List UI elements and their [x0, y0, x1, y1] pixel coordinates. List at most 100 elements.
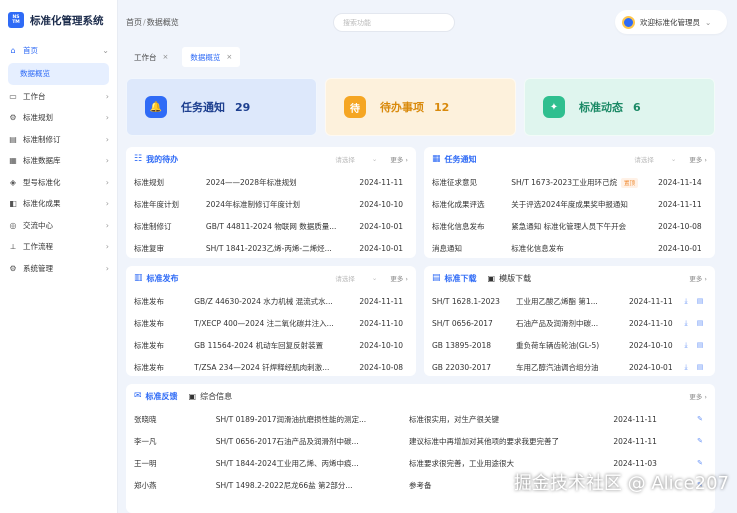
cell: SH/T 1841-2023乙烯-丙烯-二烯烃...	[205, 243, 332, 253]
list-item[interactable]: SH/T 0656-2017 石油产品及润滑剂中碳... 2024-11-10 ⤓ ▤	[424, 312, 715, 334]
panel-title-secondary[interactable]: ▣ 综合信息	[189, 391, 233, 402]
cell: SH/T 1844-2024工业用乙烯、丙烯中痕...	[215, 458, 359, 468]
preview-icon[interactable]: ▤	[693, 341, 707, 349]
edit-icon[interactable]: ✎	[693, 437, 707, 445]
cell: 标准很实用，对生产很关键	[409, 414, 500, 424]
preview-icon[interactable]: ▤	[693, 319, 707, 327]
list-item[interactable]: 标准发布 T/ZSA 234—2024 钎焊释经肌肉刺激... 2024-10-08	[126, 356, 416, 378]
more-link[interactable]: 更多 ›	[689, 273, 707, 283]
close-icon[interactable]: ×	[163, 53, 169, 61]
cell: 李一凡	[134, 436, 157, 446]
more-link[interactable]: 更多 ›	[390, 154, 408, 164]
list-item[interactable]: GB 22030-2017 车用乙醇汽油调合组分油 2024-10-01 ⤓ ▤	[424, 356, 715, 378]
cell: 2024-10-08	[359, 362, 403, 372]
sidebar-item-label: 标准化成果	[23, 199, 61, 209]
cell: 2024-11-11	[613, 436, 657, 446]
edit-icon[interactable]: ✎	[693, 459, 707, 467]
sidebar-item[interactable]: ⚙ 标准规划 ›	[0, 107, 117, 129]
sidebar-item[interactable]: ⟂ 工作流程 ›	[0, 236, 117, 258]
list-item[interactable]: 标准发布 GB/Z 44630-2024 水力机械 混流式水... 2024-11-…	[126, 290, 416, 312]
cell: 标准征求意见	[432, 177, 477, 187]
breadcrumb-separator: /	[143, 17, 146, 27]
sidebar-item[interactable]: ◧ 标准化成果 ›	[0, 193, 117, 215]
user-menu[interactable]: 欢迎标准化管理员 ⌄	[615, 10, 727, 34]
sidebar-item[interactable]: ▦ 标准数据库 ›	[0, 150, 117, 172]
sidebar-item[interactable]: ◈ 型号标准化 ›	[0, 172, 117, 194]
more-link[interactable]: 更多 ›	[689, 154, 707, 164]
list-item[interactable]: 标准发布 T/XECP 400—2024 注二氧化碳井注入... 2024-11-1…	[126, 312, 416, 334]
list-item[interactable]: 标准规划 2024——2028年标准规划 2024-11-11	[126, 171, 416, 193]
panel-title[interactable]: ▤ 标准下载	[432, 273, 477, 284]
search-input[interactable]: 搜索功能	[333, 13, 455, 32]
download-icon[interactable]: ⤓	[679, 341, 693, 350]
list-item[interactable]: 标准征求意见 SH/T 1673-2023工业用环己烷 置顶 2024-11-14	[424, 171, 715, 193]
close-icon[interactable]: ×	[226, 53, 232, 61]
list-item[interactable]: 李一凡 SH/T 0656-2017石油产品及润滑剂中碳... 建议标准中再增加对其…	[126, 430, 715, 452]
cell: 紧急通知 标准化管理人员下午开会	[511, 221, 627, 231]
database-icon: ▦	[9, 156, 17, 166]
chevron-down-icon: ⌄	[102, 46, 109, 56]
filter-select[interactable]: 请选择 ⌄	[632, 153, 678, 166]
app-logo[interactable]: NS TM 标准化管理系统	[0, 0, 117, 40]
panel-title[interactable]: ▦ 任务通知	[432, 154, 477, 165]
sidebar-item[interactable]: ⚙ 系统管理 ›	[0, 258, 117, 280]
list-item[interactable]: GB 13895-2018 重负荷车辆齿轮油(GL-5) 2024-10-10 ⤓ ▤	[424, 334, 715, 356]
download-icon[interactable]: ⤓	[679, 297, 693, 306]
cell: 2024-10-10	[629, 340, 673, 350]
list-item[interactable]: 张晓晓 SH/T 0189-2017润滑油抗磨损性能的测定... 标准很实用，对生产…	[126, 408, 715, 430]
user-icon: ☷	[134, 154, 143, 164]
preview-icon[interactable]: ▤	[693, 363, 707, 371]
stat-card[interactable]: 🔔 任务通知 29	[126, 78, 317, 136]
sidebar-item[interactable]: ◎ 交流中心 ›	[0, 215, 117, 237]
chevron-down-icon: ⌄	[371, 155, 378, 163]
pinned-badge: 置顶	[621, 177, 639, 188]
breadcrumb-home[interactable]: 首页	[126, 18, 142, 27]
list-item[interactable]: 消息通知 标准化信息发布 2024-10-01	[424, 237, 715, 259]
app-title: 标准化管理系统	[30, 14, 104, 27]
list-item[interactable]: 标准制修订 GB/T 44811-2024 物联网 数据质量... 2024-10-…	[126, 215, 416, 237]
cell: 2024-11-14	[658, 177, 702, 187]
list-item[interactable]: 标准复审 SH/T 1841-2023乙烯-丙烯-二烯烃... 2024-10-01	[126, 237, 416, 259]
stat-card[interactable]: 待 待办事项 12	[325, 78, 516, 136]
publish-icon: ▥	[134, 273, 143, 283]
tab-workbench[interactable]: 工作台 ×	[126, 47, 176, 67]
download-panel: ▤ 标准下载 ▣ 模版下载 更多 › SH/T 1628.1-2023 工业用乙酸乙烯酯 第…	[424, 266, 715, 376]
stat-label: 待办事项	[380, 101, 424, 114]
list-item[interactable]: 标准化信息发布 紧急通知 标准化管理人员下午开会 2024-10-08	[424, 215, 715, 237]
stat-label: 标准动态	[579, 101, 623, 114]
cell: 标准制修订	[134, 221, 172, 231]
filter-select[interactable]: 请选择 ⌄	[333, 272, 379, 285]
tab-data-overview[interactable]: 数据概览 ×	[182, 47, 241, 67]
cell: T/ZSA 234—2024 钎焊释经肌肉刺激...	[194, 362, 330, 372]
panel-title[interactable]: ☷ 我的待办	[134, 154, 178, 165]
stat-cards: 🔔 任务通知 29 待 待办事项 12 ✦ 标准动态 6	[126, 78, 715, 136]
stat-card[interactable]: ✦ 标准动态 6	[524, 78, 715, 136]
panel-title-secondary[interactable]: ▣ 模版下载	[488, 273, 532, 284]
cell: 工业用乙酸乙烯酯 第1...	[516, 296, 598, 306]
sidebar-item[interactable]: ▭ 工作台 ›	[0, 86, 117, 108]
feedback-icon: ✉	[134, 391, 142, 401]
cell: SH/T 1498.2-2022尼龙66盐 第2部分...	[215, 480, 353, 490]
cell: 标准发布	[134, 340, 164, 350]
list-item[interactable]: SH/T 1628.1-2023 工业用乙酸乙烯酯 第1... 2024-11-11…	[424, 290, 715, 312]
chevron-right-icon: ›	[105, 91, 109, 101]
list-item[interactable]: 标准发布 GB 11564-2024 机动车回复反射装置 2024-10-10	[126, 334, 416, 356]
download-icon[interactable]: ⤓	[679, 363, 693, 372]
list-item[interactable]: 标准年度计划 2024年标准制修订年度计划 2024-10-10	[126, 193, 416, 215]
more-link[interactable]: 更多 ›	[390, 273, 408, 283]
filter-select[interactable]: 请选择 ⌄	[333, 153, 379, 166]
panel-title[interactable]: ▥ 标准发布	[134, 273, 179, 284]
cell: GB 13895-2018	[432, 340, 491, 350]
chevron-right-icon: ›	[105, 134, 109, 144]
sidebar-item[interactable]: ▤ 标准制修订 ›	[0, 129, 117, 151]
sidebar-subitem-data-overview[interactable]: 数据概览	[8, 62, 109, 85]
edit-icon[interactable]: ✎	[693, 415, 707, 423]
preview-icon[interactable]: ▤	[693, 297, 707, 305]
avatar	[622, 15, 635, 29]
more-link[interactable]: 更多 ›	[689, 391, 707, 401]
stat-icon: 🔔	[145, 96, 167, 118]
panel-title[interactable]: ✉ 标准反馈	[134, 391, 178, 402]
download-icon[interactable]: ⤓	[679, 319, 693, 328]
list-item[interactable]: 标准化成果评选 关于评选2024年度成果奖申报通知 2024-11-11	[424, 193, 715, 215]
sidebar-item[interactable]: ⌂ 首页 ⌄	[0, 40, 117, 62]
